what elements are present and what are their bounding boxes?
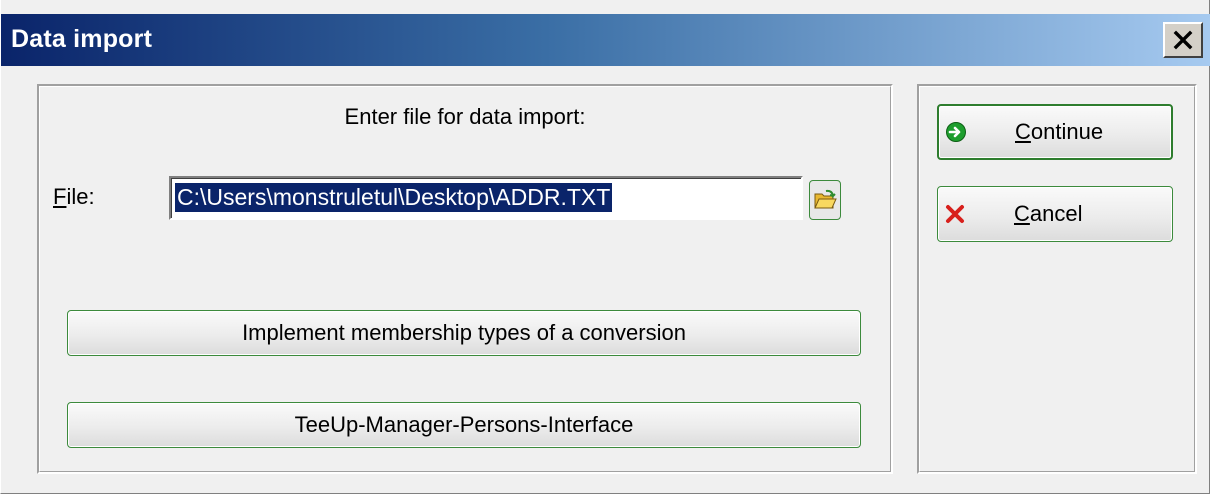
continue-label-text: ontinue (1030, 119, 1104, 144)
close-icon (1173, 30, 1193, 50)
cancel-mnemonic: C (1014, 201, 1030, 226)
file-label-mnemonic: F (53, 184, 67, 209)
data-import-dialog: Data import Enter file for data import: … (0, 0, 1210, 494)
green-arrow-icon (946, 122, 966, 142)
teeup-manager-interface-button[interactable]: TeeUp-Manager-Persons-Interface (67, 402, 861, 448)
red-x-icon (946, 205, 964, 223)
cancel-button[interactable]: Cancel (937, 186, 1173, 242)
close-button[interactable] (1163, 22, 1203, 58)
window-title: Data import (11, 25, 153, 53)
file-path-value: C:\Users\monstruletul\Desktop\ADDR.TXT (175, 183, 613, 212)
file-label: File: (53, 184, 95, 210)
title-bar[interactable]: Data import (1, 14, 1210, 66)
cancel-label-text: ancel (1029, 201, 1083, 226)
file-prompt: Enter file for data import: (344, 104, 586, 129)
continue-label: Continue (1015, 119, 1103, 145)
folder-open-icon (814, 189, 837, 209)
browse-button[interactable] (809, 180, 841, 220)
continue-button[interactable]: Continue (937, 104, 1173, 160)
file-label-text: ile: (66, 184, 95, 209)
continue-mnemonic: C (1015, 119, 1031, 144)
file-path-input[interactable]: C:\Users\monstruletul\Desktop\ADDR.TXT (169, 176, 803, 220)
cancel-label: Cancel (1014, 201, 1082, 227)
implement-membership-types-button[interactable]: Implement membership types of a conversi… (67, 310, 861, 356)
